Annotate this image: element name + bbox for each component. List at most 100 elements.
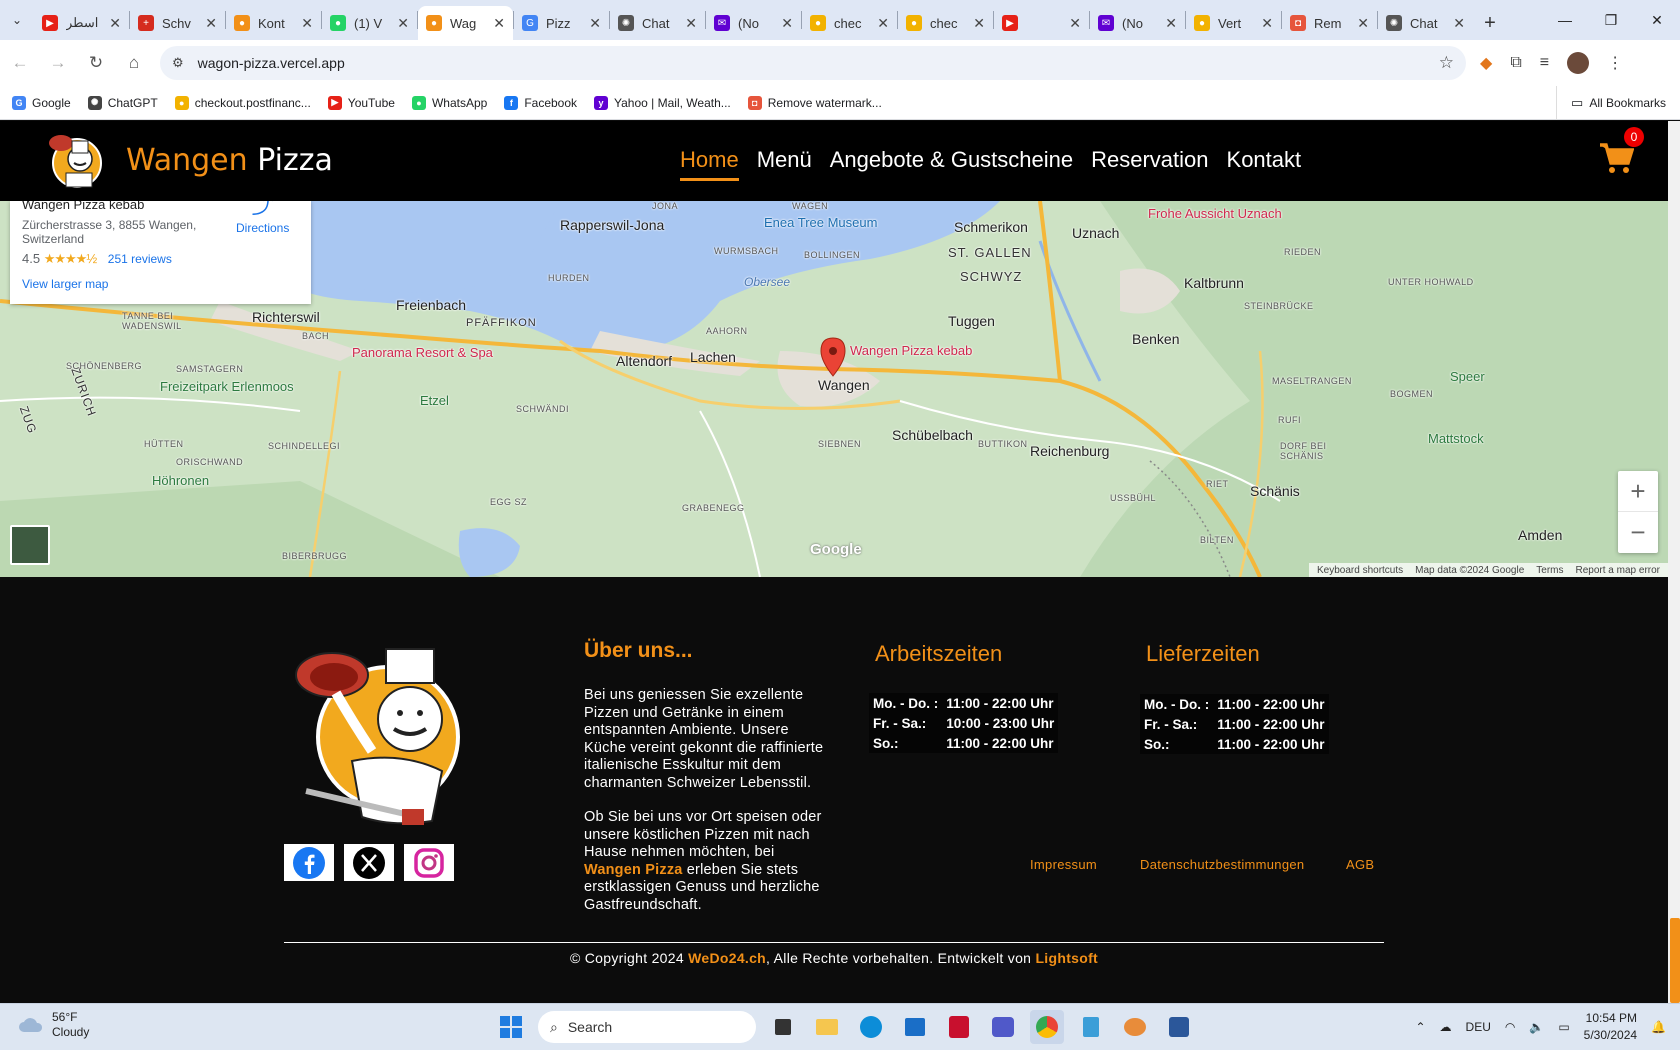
- file-explorer-icon[interactable]: [810, 1010, 844, 1044]
- agb-link[interactable]: AGB: [1346, 857, 1374, 872]
- weather-widget[interactable]: 56°F Cloudy: [18, 1010, 89, 1040]
- all-bookmarks-button[interactable]: ▭ All Bookmarks: [1556, 86, 1666, 120]
- tab-close-icon[interactable]: ✕: [205, 15, 217, 32]
- teams-icon[interactable]: [986, 1010, 1020, 1044]
- browser-tab[interactable]: + Schv ✕: [130, 6, 225, 40]
- tab-close-icon[interactable]: ✕: [877, 15, 889, 32]
- bookmark-item[interactable]: ▶ YouTube: [327, 95, 395, 110]
- bookmark-star-icon[interactable]: ☆: [1439, 53, 1454, 73]
- tab-close-icon[interactable]: ✕: [685, 15, 697, 32]
- tab-close-icon[interactable]: ✕: [781, 15, 793, 32]
- x-twitter-link[interactable]: [344, 844, 394, 881]
- developer-link[interactable]: Lightsoft: [1035, 950, 1098, 966]
- tab-close-icon[interactable]: ✕: [493, 15, 505, 32]
- volume-icon[interactable]: 🔈: [1529, 1020, 1544, 1034]
- tab-close-icon[interactable]: ✕: [1165, 15, 1177, 32]
- task-view-icon[interactable]: [766, 1010, 800, 1044]
- bookmark-item[interactable]: ✺ ChatGPT: [87, 95, 158, 110]
- google-map[interactable]: Wangen Pizza kebab Zürcherstrasse 3, 885…: [0, 201, 1668, 577]
- reviews-link[interactable]: 251 reviews: [108, 252, 172, 266]
- keyboard-shortcuts-link[interactable]: Keyboard shortcuts: [1317, 565, 1403, 576]
- start-button[interactable]: [494, 1010, 528, 1044]
- browser-tab[interactable]: ● Wag ✕: [418, 6, 513, 40]
- browser-tab[interactable]: ✉ (No ✕: [1090, 6, 1185, 40]
- tab-close-icon[interactable]: ✕: [109, 15, 121, 32]
- onedrive-icon[interactable]: ☁: [1440, 1020, 1452, 1034]
- scrollbar-thumb[interactable]: [1670, 918, 1680, 1003]
- terms-link[interactable]: Terms: [1536, 565, 1563, 576]
- copyright-brand-link[interactable]: WeDo24.ch: [688, 950, 766, 966]
- browser-tab[interactable]: ◘ Rem ✕: [1282, 6, 1377, 40]
- bookmark-item[interactable]: f Facebook: [504, 95, 577, 110]
- facebook-link[interactable]: [284, 844, 334, 881]
- bookmark-item[interactable]: ● WhatsApp: [411, 95, 487, 110]
- home-button[interactable]: ⌂: [116, 45, 152, 81]
- taskbar-search[interactable]: ⌕ Search: [538, 1011, 756, 1043]
- browser-tab[interactable]: ▶ ✕: [994, 6, 1089, 40]
- browser-tab[interactable]: G Pizz ✕: [514, 6, 609, 40]
- zoom-in-button[interactable]: +: [1618, 471, 1658, 512]
- tab-close-icon[interactable]: ✕: [589, 15, 601, 32]
- site-brand[interactable]: Wangen Pizza: [126, 143, 333, 178]
- tab-close-icon[interactable]: ✕: [1453, 15, 1465, 32]
- tab-close-icon[interactable]: ✕: [301, 15, 313, 32]
- chrome-menu-icon[interactable]: ⋮: [1607, 53, 1623, 73]
- report-error-link[interactable]: Report a map error: [1576, 565, 1660, 576]
- address-bar[interactable]: ⚙ wagon-pizza.vercel.app ☆: [160, 46, 1466, 80]
- metamask-extension-icon[interactable]: ◆: [1480, 53, 1492, 73]
- tab-close-icon[interactable]: ✕: [973, 15, 985, 32]
- extensions-puzzle-icon[interactable]: ⧉: [1510, 54, 1521, 72]
- store-icon[interactable]: [898, 1010, 932, 1044]
- page-scrollbar[interactable]: [1668, 121, 1680, 1003]
- chef-logo-icon[interactable]: [44, 129, 106, 191]
- tab-close-icon[interactable]: ✕: [1069, 15, 1081, 32]
- nav-home[interactable]: Home: [680, 147, 739, 181]
- privacy-link[interactable]: Datenschutzbestimmungen: [1140, 857, 1304, 872]
- minimize-button[interactable]: —: [1542, 0, 1588, 40]
- media-control-icon[interactable]: ≡: [1540, 54, 1549, 72]
- satellite-layer-toggle[interactable]: [10, 525, 50, 565]
- site-info-icon[interactable]: ⚙: [172, 55, 184, 71]
- notepad-icon[interactable]: [1074, 1010, 1108, 1044]
- nav-contact[interactable]: Kontakt: [1227, 147, 1302, 173]
- browser-tab[interactable]: ✺ Chat ✕: [610, 6, 705, 40]
- marker-label[interactable]: Wangen Pizza kebab: [850, 343, 972, 358]
- nav-reservation[interactable]: Reservation: [1091, 147, 1208, 173]
- reload-button[interactable]: ↻: [78, 45, 114, 81]
- impressum-link[interactable]: Impressum: [1030, 857, 1097, 872]
- tab-close-icon[interactable]: ✕: [397, 15, 409, 32]
- browser-tab[interactable]: ✉ (No ✕: [706, 6, 801, 40]
- wifi-icon[interactable]: ◠: [1505, 1020, 1515, 1034]
- mcafee-icon[interactable]: [942, 1010, 976, 1044]
- bookmark-item[interactable]: ● checkout.postfinanc...: [174, 95, 311, 110]
- view-larger-map-link[interactable]: View larger map: [22, 277, 299, 291]
- back-button[interactable]: ←: [2, 45, 38, 81]
- browser-tab[interactable]: ● chec ✕: [802, 6, 897, 40]
- browser-tab[interactable]: ● chec ✕: [898, 6, 993, 40]
- browser-tab[interactable]: ✺ Chat ✕: [1378, 6, 1473, 40]
- edge-icon[interactable]: [854, 1010, 888, 1044]
- zoom-out-button[interactable]: −: [1618, 512, 1658, 553]
- url-text[interactable]: wagon-pizza.vercel.app: [198, 55, 1439, 71]
- battery-icon[interactable]: ▭: [1558, 1020, 1569, 1034]
- show-hidden-icons-chevron-icon[interactable]: ⌃: [1415, 1020, 1425, 1034]
- tab-close-icon[interactable]: ✕: [1357, 15, 1369, 32]
- nav-offers[interactable]: Angebote & Gustscheine: [830, 147, 1073, 173]
- language-indicator[interactable]: DEU: [1466, 1020, 1491, 1034]
- close-window-button[interactable]: ✕: [1634, 0, 1680, 40]
- taskbar-clock[interactable]: 10:54 PM 5/30/2024: [1584, 1010, 1637, 1044]
- browser-tab[interactable]: ● Vert ✕: [1186, 6, 1281, 40]
- new-tab-button[interactable]: +: [1473, 6, 1507, 40]
- browser-tab[interactable]: ▶ اسطر ✕: [34, 6, 129, 40]
- directions-button[interactable]: ⤴ Directions: [236, 201, 289, 235]
- restore-button[interactable]: ❐: [1588, 0, 1634, 40]
- bookmark-item[interactable]: y Yahoo | Mail, Weath...: [594, 95, 731, 110]
- forward-button[interactable]: →: [40, 45, 76, 81]
- word-icon[interactable]: [1162, 1010, 1196, 1044]
- chrome-icon[interactable]: [1030, 1010, 1064, 1044]
- tab-search-chevron-icon[interactable]: ⌄: [0, 0, 34, 40]
- instagram-link[interactable]: [404, 844, 454, 881]
- browser-tab[interactable]: ● (1) V ✕: [322, 6, 417, 40]
- browser-tab[interactable]: ● Kont ✕: [226, 6, 321, 40]
- bookmark-item[interactable]: ◘ Remove watermark...: [747, 95, 882, 110]
